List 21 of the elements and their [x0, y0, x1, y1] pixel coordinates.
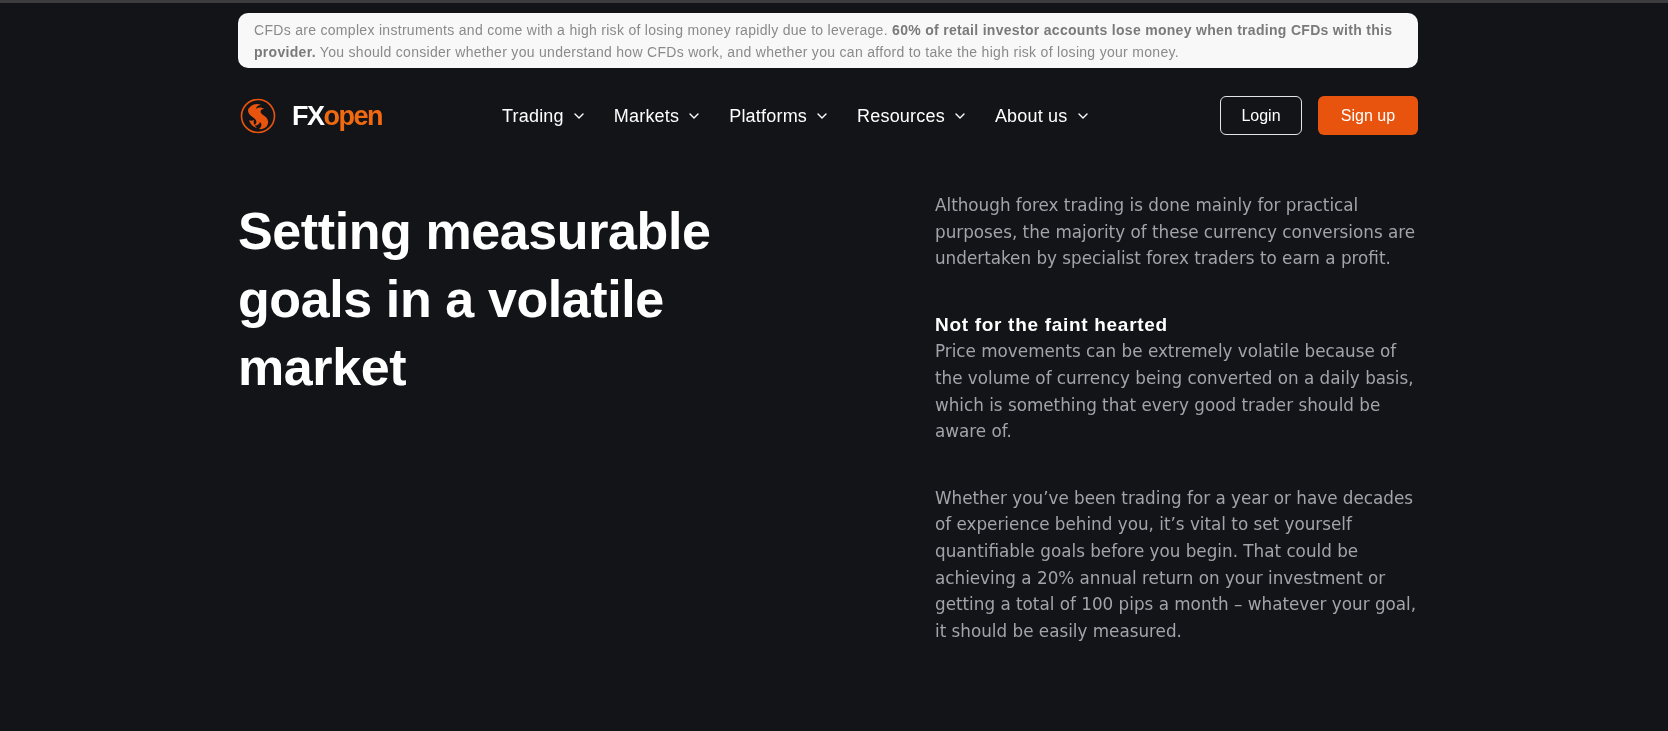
- chevron-down-icon: [817, 112, 828, 119]
- logo-link[interactable]: FXopen: [238, 97, 382, 134]
- logo-emblem-icon: [240, 97, 276, 134]
- body-paragraph: Price movements can be extremely volatile because of the volume of currency being converted on a daily basis, which is something that every good trader should be aware of.: [935, 340, 1415, 444]
- chevron-down-icon: [954, 112, 965, 119]
- chevron-down-icon: [1077, 112, 1088, 119]
- body-paragraph: Whether you’ve been trading for a year or have decades of experience behind you, it’s vital to set yourself quantifiable goals before you begin. That could be achieving a 20% annual return on your investment or getting a total of 100 pips a month – whatever your goal, it should be easily measured.: [935, 486, 1418, 643]
- nav-menu-link[interactable]: About us: [994, 104, 1088, 127]
- logo-wordmark: FXopen: [292, 100, 382, 131]
- chevron-down-icon: [573, 112, 584, 119]
- body-paragraph: Although forex trading is done mainly for practical purposes, the majority of these currency conversions are undertaken by specialist forex traders to earn a profit.: [935, 194, 1417, 271]
- login-button[interactable]: Login: [1220, 96, 1302, 135]
- nav-menu-link[interactable]: Platforms: [729, 104, 828, 127]
- sign-up-button[interactable]: Sign up: [1318, 96, 1418, 135]
- chevron-down-icon: [689, 112, 700, 119]
- risk-warning-banner: CFDs are complex instruments and come with a high risk of losing money rapidly due to leverage. 60% of retail investor accounts lose money when trading CFDs with this provider. You should consider whether you understand how CFDs work, and whether you can afford to take the high risk of losing your money.: [238, 13, 1418, 68]
- nav-menu-link[interactable]: Markets: [613, 104, 700, 127]
- article-title: Setting measurable goals in a volatile market: [238, 201, 712, 398]
- nav-menu-link[interactable]: Trading: [502, 104, 584, 127]
- nav-menu-link[interactable]: Resources: [857, 104, 965, 127]
- section-heading: Not for the faint hearted: [935, 312, 1169, 337]
